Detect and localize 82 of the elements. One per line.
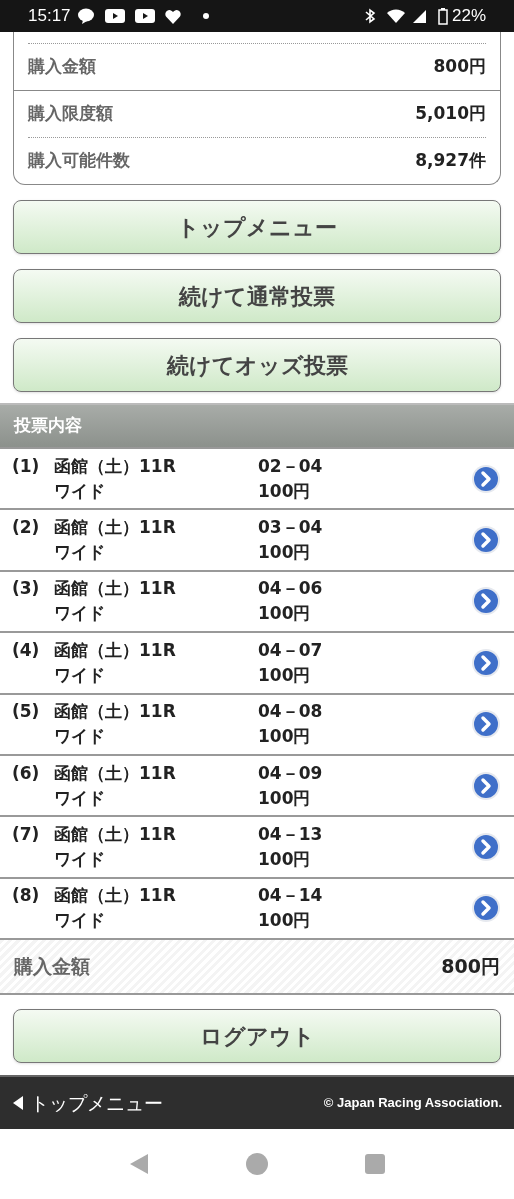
bet-type: ワイド [54, 541, 106, 565]
bluetooth-icon [363, 8, 376, 24]
total-label: 購入金額 [14, 954, 90, 980]
bet-amount: 100円 [258, 786, 312, 810]
bet-amount: 100円 [258, 848, 312, 872]
bet-row[interactable]: (5) 函館（土）11R 04－08 ワイド 100円 [0, 692, 514, 754]
race-name: 函館（土）11R [54, 700, 177, 724]
bet-index: (3) [12, 577, 41, 601]
chat-icon [76, 8, 95, 24]
bet-index: (6) [12, 761, 41, 785]
bet-combination: 04－14 [258, 884, 324, 908]
summary-value: 800円 [433, 55, 486, 79]
bet-combination: 03－04 [258, 516, 324, 540]
bet-combination: 04－06 [258, 577, 324, 601]
bet-row[interactable]: (6) 函館（土）11R 04－09 ワイド 100円 [0, 753, 514, 816]
summary-label: 購入金額 [28, 55, 96, 79]
bet-index: (1) [12, 454, 41, 478]
bet-type: ワイド [54, 479, 106, 503]
race-name: 函館（土）11R [54, 454, 177, 478]
bet-type: ワイド [54, 602, 106, 626]
race-name: 函館（土）11R [54, 638, 177, 662]
bet-combination: 04－08 [258, 700, 324, 724]
chevron-right-icon[interactable] [471, 525, 501, 556]
chevron-right-icon[interactable] [471, 832, 501, 863]
bet-row[interactable]: (2) 函館（土）11R 03－04 ワイド 100円 [0, 508, 514, 570]
total-value: 800円 [441, 954, 500, 980]
back-link[interactable]: トップメニュー [12, 1088, 163, 1118]
race-name: 函館（土）11R [54, 516, 177, 540]
menu-button[interactable]: 続けて通常投票 [13, 269, 501, 323]
status-time: 15:17 [28, 5, 71, 28]
race-name: 函館（土）11R [54, 577, 177, 601]
bet-index: (8) [12, 884, 41, 908]
race-name: 函館（土）11R [54, 884, 177, 908]
race-name: 函館（土）11R [54, 823, 177, 847]
bet-amount: 100円 [258, 602, 312, 626]
play-icon [104, 9, 125, 23]
bet-amount: 100円 [258, 663, 312, 687]
signal-icon [411, 8, 428, 24]
battery-icon [437, 7, 448, 25]
bet-type: ワイド [54, 725, 106, 749]
summary-value: 8,927件 [415, 149, 486, 173]
bet-row[interactable]: (1) 函館（土）11R 02－04 ワイド 100円 [0, 447, 514, 509]
chevron-right-icon[interactable] [471, 586, 501, 617]
bet-combination: 04－13 [258, 823, 324, 847]
bet-type: ワイド [54, 848, 106, 872]
bet-type: ワイド [54, 909, 106, 933]
race-name: 函館（土）11R [54, 761, 177, 785]
bet-row[interactable]: (4) 函館（土）11R 04－07 ワイド 100円 [0, 631, 514, 693]
chevron-right-icon[interactable] [471, 893, 501, 924]
summary-label: 購入限度額 [28, 102, 113, 126]
bet-amount: 100円 [258, 541, 312, 565]
battery-percent: 22% [451, 5, 486, 28]
chevron-right-icon[interactable] [471, 770, 501, 801]
bet-row[interactable]: (7) 函館（土）11R 04－13 ワイド 100円 [0, 815, 514, 877]
chevron-right-icon[interactable] [471, 709, 501, 740]
bet-amount: 100円 [258, 909, 312, 933]
bet-combination: 04－09 [258, 761, 324, 785]
summary-label: 購入可能件数 [28, 149, 130, 173]
section-title: 投票内容 [14, 414, 82, 438]
menu-button[interactable]: トップメニュー [13, 200, 501, 254]
bet-index: (4) [12, 638, 41, 662]
bet-index: (7) [12, 823, 41, 847]
bet-index: (5) [12, 700, 41, 724]
logout-button[interactable]: ログアウト [13, 1009, 501, 1064]
wifi-icon [385, 8, 408, 24]
play-icon [134, 9, 155, 23]
menu-button[interactable]: 続けてオッズ投票 [13, 338, 501, 392]
copyright: © Japan Racing Association. [323, 1094, 502, 1113]
bet-amount: 100円 [258, 725, 312, 749]
bet-combination: 04－07 [258, 638, 324, 662]
chevron-right-icon[interactable] [471, 463, 501, 494]
bet-amount: 100円 [258, 479, 312, 503]
dot-icon [202, 13, 209, 19]
heart-icon [164, 8, 181, 24]
chevron-right-icon[interactable] [471, 647, 501, 678]
bet-type: ワイド [54, 663, 106, 687]
bet-index: (2) [12, 516, 41, 540]
summary-value: 5,010円 [415, 102, 486, 126]
bet-row[interactable]: (3) 函館（土）11R 04－06 ワイド 100円 [0, 569, 514, 632]
bet-combination: 02－04 [258, 454, 324, 478]
bet-type: ワイド [54, 786, 106, 810]
caret-left-icon [12, 1095, 24, 1112]
